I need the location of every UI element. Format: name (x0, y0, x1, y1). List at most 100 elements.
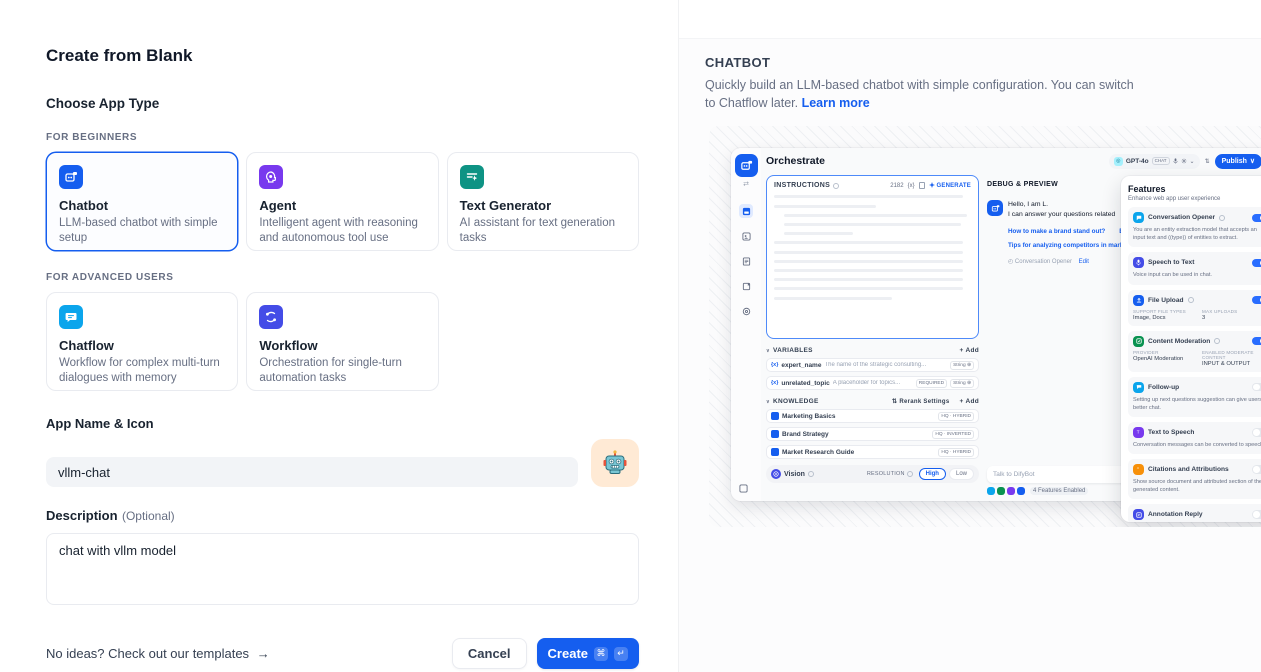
suggested-question: How to make a brand stand out?Bes (1008, 228, 1131, 235)
app-name-input[interactable] (46, 457, 578, 487)
knowledge-doc-icon (771, 412, 779, 420)
templates-link[interactable]: No ideas? Check out our templates → (46, 646, 270, 661)
model-chevron-icon: ⌄ (1190, 158, 1195, 165)
preview-top-strip (679, 0, 1261, 39)
knowledge-row: Marketing Basics HQ · HYBRID (766, 409, 979, 423)
model-selector: ◎ GPT-4o CHAT ⌄ (1109, 154, 1200, 169)
description-label: Description (46, 508, 118, 523)
app-type-card-chatbot[interactable]: Chatbot LLM-based chatbot with simple se… (46, 152, 238, 251)
page-title: Create from Blank (46, 46, 639, 66)
mock-app-icon (735, 154, 758, 177)
agent-icon (259, 165, 283, 189)
app-type-desc: Intelligent agent with reasoning and aut… (259, 216, 425, 246)
svg-text:”: ” (1136, 467, 1139, 472)
mock-app-title: Orchestrate (766, 155, 825, 167)
choose-app-type-label: Choose App Type (46, 96, 639, 111)
toggle-off (1252, 383, 1261, 392)
learn-more-link[interactable]: Learn more (802, 96, 870, 110)
preview-panel: CHATBOT Quickly build an LLM-based chatb… (678, 0, 1261, 672)
robot-emoji-icon (601, 449, 629, 477)
mock-sidebar: ⇄ (731, 148, 761, 501)
conversation-opener-note: ◴ Conversation Opener Edit (1008, 258, 1131, 265)
moderation-chip-icon (997, 487, 1005, 495)
create-form-panel: Create from Blank Choose App Type FOR BE… (0, 0, 678, 672)
nav-monitoring-icon (739, 304, 753, 318)
toggle-on (1252, 296, 1261, 305)
dialog-footer: No ideas? Check out our templates → Canc… (46, 638, 639, 669)
swap-icon: ⇄ (743, 180, 749, 188)
app-type-card-agent[interactable]: Agent Intelligent agent with reasoning a… (246, 152, 438, 251)
add-variable-button: + Add (960, 347, 980, 354)
nav-orchestrate-icon (739, 204, 753, 218)
chatbot-icon (59, 165, 83, 189)
nav-annotations-icon (739, 279, 753, 293)
add-knowledge-button: + Add (960, 398, 980, 405)
chevron-down-icon: ∨ (766, 348, 770, 354)
info-icon (1219, 215, 1225, 221)
collapse-sidebar-icon (739, 484, 748, 493)
variables-section: ∨ VARIABLES + Add {x} expert_name The na… (766, 347, 979, 390)
app-type-card-text-generator[interactable]: Text Generator AI assistant for text gen… (447, 152, 639, 251)
advanced-cards: Chatflow Workflow for complex multi-turn… (46, 292, 639, 391)
info-icon (1214, 338, 1220, 344)
workflow-icon (259, 305, 283, 329)
mic-icon (1173, 158, 1178, 164)
feature-conversation-opener: Conversation Opener You are an entity ex… (1128, 207, 1261, 247)
nav-logs-icon (739, 254, 753, 268)
app-type-card-workflow[interactable]: Workflow Orchestration for single-turn a… (246, 292, 438, 391)
feature-speech-to-text: Speech to Text Voice input can be used i… (1128, 252, 1261, 284)
toggle-on (1252, 259, 1261, 268)
app-type-desc: AI assistant for text generation tasks (460, 216, 626, 246)
app-name-row (46, 439, 639, 487)
app-type-name: Text Generator (460, 198, 626, 213)
create-button[interactable]: Create ⌘ ↵ (537, 638, 639, 669)
bot-avatar (987, 200, 1003, 216)
preview-illustration: ⇄ Orchestrate (709, 126, 1261, 527)
cancel-button[interactable]: Cancel (452, 638, 527, 669)
app-type-card-chatflow[interactable]: Chatflow Workflow for complex multi-turn… (46, 292, 238, 391)
feature-citations: ” Citations and Attributions Show source… (1128, 459, 1261, 499)
text-generator-icon (460, 165, 484, 189)
feature-content-moderation: Content Moderation PROVIDEROpenAI Modera… (1128, 331, 1261, 372)
instructions-panel: INSTRUCTIONS 2182 {x} (766, 175, 979, 339)
resolution-low-pill: Low (949, 468, 974, 480)
mock-publish-button: Publish∨ (1215, 154, 1261, 169)
info-icon (1188, 297, 1194, 303)
toggle-on (1252, 214, 1261, 223)
model-provider-icon: ◎ (1114, 157, 1123, 166)
feature-follow-up: Follow-up Setting up next questions sugg… (1128, 377, 1261, 417)
citations-icon: ” (1133, 464, 1144, 475)
rerank-settings-button: ⇅ Rerank Settings (892, 398, 949, 405)
svg-text:T: T (1136, 430, 1139, 435)
app-type-name: Chatbot (59, 198, 225, 213)
feature-text-to-speech: T Text to Speech Conversation messages c… (1128, 422, 1261, 454)
speech-chip-icon (1007, 487, 1015, 495)
follow-up-icon (1133, 382, 1144, 393)
vision-row: Vision RESOLUTION High Low (766, 465, 979, 483)
app-type-name: Chatflow (59, 338, 225, 353)
cmd-key-icon: ⌘ (594, 647, 608, 661)
app-icon-picker[interactable] (591, 439, 639, 487)
nav-api-icon (739, 229, 753, 243)
create-app-dialog: Create from Blank Choose App Type FOR BE… (0, 0, 1261, 672)
suggested-question: Tips for analyzing competitors in market (1008, 242, 1131, 249)
app-type-name: Workflow (259, 338, 425, 353)
description-textarea[interactable]: chat with vllm model (46, 533, 639, 605)
arrow-right-icon: → (257, 646, 270, 661)
knowledge-row: Brand Strategy HQ · INVERTED (766, 427, 979, 441)
features-panel: Features × Enhance web app user experien… (1121, 176, 1261, 522)
info-icon (808, 471, 814, 477)
file-upload-icon (1133, 295, 1144, 306)
content-moderation-icon (1133, 336, 1144, 347)
variable-row: {x} unrelated_topic A placeholder for to… (766, 376, 979, 390)
description-label-row: Description (Optional) (46, 507, 639, 525)
preview-description: Quickly build an LLM-based chatbot with … (705, 76, 1145, 112)
annotation-reply-icon (1133, 509, 1144, 520)
variable-row: {x} expert_name The name of the strategi… (766, 358, 979, 372)
toggle-off (1252, 465, 1261, 474)
group-label-beginners: FOR BEGINNERS (46, 132, 639, 143)
toggle-off (1252, 428, 1261, 437)
generate-button: GENERATE (929, 182, 971, 189)
group-label-advanced: FOR ADVANCED USERS (46, 272, 639, 283)
app-type-desc: Workflow for complex multi-turn dialogue… (59, 356, 225, 386)
